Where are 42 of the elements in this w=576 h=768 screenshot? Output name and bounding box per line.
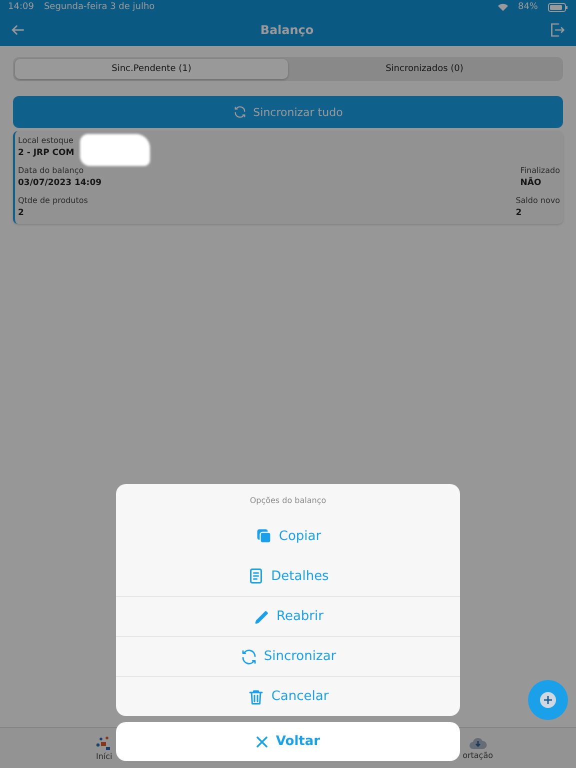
add-button[interactable]: [528, 680, 568, 720]
sheet-title: Opções do balanço: [250, 496, 326, 504]
sync-icon: [233, 105, 248, 119]
nav-item[interactable]: ortação: [462, 736, 493, 760]
sync-all-button[interactable]: Sincronizar tudo: [13, 96, 563, 128]
sync-icon: [240, 648, 258, 666]
redaction-mark: [80, 134, 150, 166]
cloud-download-icon: [468, 736, 487, 750]
field-label: Local estoque: [18, 136, 74, 145]
record-card[interactable]: Local estoque 2 - JRP COM Data do balanço 03/07/2023 14:09 Finalizado NÃO Qtde de produtos 2 Saldo novo 2: [13, 131, 563, 224]
status-time: 14:09: [8, 2, 34, 12]
field-value: 2: [516, 208, 523, 218]
action-item[interactable]: Sincronizar: [116, 636, 460, 676]
field-label: Finalizado: [520, 166, 560, 175]
plus-icon: [539, 691, 557, 709]
action-item[interactable]: Reabrir: [116, 596, 460, 636]
trash-icon: [247, 688, 266, 706]
action-item[interactable]: Cancelar: [116, 676, 460, 716]
field-value: 2: [18, 208, 25, 218]
action-item[interactable]: Copiar: [116, 516, 460, 556]
battery-icon: [548, 2, 568, 12]
tab[interactable]: Sinc.Pendente (1): [15, 59, 288, 79]
tab[interactable]: Sincronizados (0): [288, 59, 561, 79]
back-arrow-icon: [10, 22, 26, 38]
page-title: Balanço: [259, 23, 315, 37]
field-value: 03/07/2023 14:09: [18, 178, 102, 188]
copy-icon: [254, 527, 273, 545]
nav-item[interactable]: Iníci: [96, 735, 112, 761]
wifi-icon: [498, 3, 508, 11]
close-icon: [256, 736, 268, 748]
field-value: NÃO: [520, 178, 542, 188]
field-label: Data do balanço: [18, 166, 85, 175]
button-label: Sincronizar tudo: [253, 106, 343, 118]
field-value: 2 - JRP COM: [18, 148, 74, 158]
dots-icon: [96, 735, 112, 751]
action-item[interactable]: Detalhes: [116, 556, 460, 596]
field-label: Saldo novo: [516, 196, 560, 205]
back-action-button[interactable]: Voltar: [116, 722, 460, 761]
status-date: Segunda-feira 3 de julho: [44, 2, 155, 12]
field-label: Qtde de produtos: [18, 196, 88, 205]
logout-icon: [548, 21, 566, 39]
battery-percent: 84%: [518, 2, 538, 12]
